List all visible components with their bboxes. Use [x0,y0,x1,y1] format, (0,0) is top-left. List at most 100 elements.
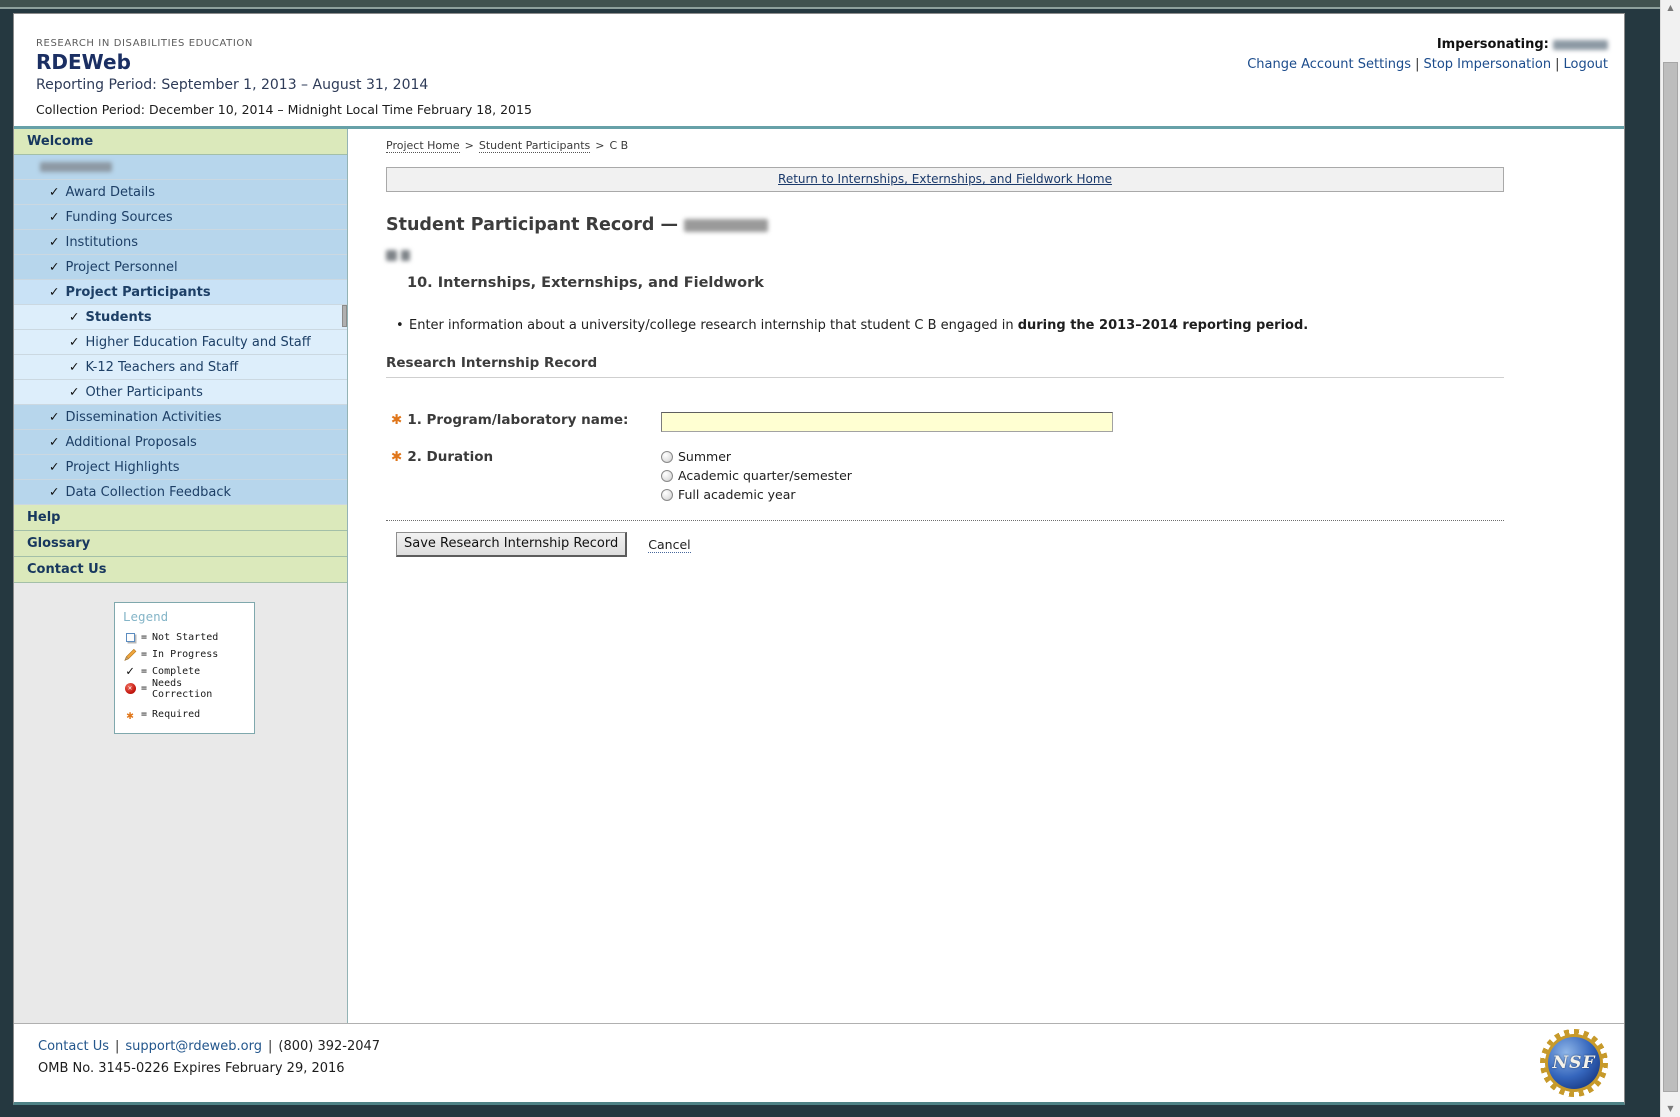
duration-label: 2. Duration [386,449,661,502]
program-name-label: 1. Program/laboratory name: [386,412,661,432]
check-icon [49,280,59,304]
sidebar-item-award-number-redacted[interactable] [14,155,347,180]
form-row-program-name: 1. Program/laboratory name: [386,412,1504,432]
sidebar-item-additional-proposals[interactable]: Additional Proposals [14,430,347,455]
breadcrumb-project-home[interactable]: Project Home [386,139,460,153]
sidebar-item-institutions[interactable]: Institutions [14,230,347,255]
return-to-internships-link[interactable]: Return to Internships, Externships, and … [778,172,1112,186]
logout-link[interactable]: Logout [1563,57,1608,72]
sidebar-item-funding-sources[interactable]: Funding Sources [14,205,347,230]
instruction-bullet: Enter information about a university/col… [396,318,1504,333]
browser-scrollbar[interactable]: ▲ ▼ [1660,0,1680,1117]
check-icon [69,330,79,354]
legend-box: Legend = Not Started = In Progress ✓ = C… [114,602,255,734]
radio-button-icon[interactable] [661,488,673,501]
account-area: Impersonating: Change Account Settings | S… [1247,35,1608,75]
sidebar-item-welcome[interactable]: Welcome [14,129,347,155]
program-eyebrow: RESEARCH IN DISABILITIES EDUCATION [36,38,253,49]
legend-title: Legend [123,609,169,624]
return-home-bar: Return to Internships, Externships, and … [386,167,1504,192]
scroll-up-arrow-icon[interactable]: ▲ [1661,0,1680,16]
redacted-student-initials [386,248,1504,263]
redacted-impersonated-user [1553,39,1608,50]
save-research-internship-button[interactable]: Save Research Internship Record [396,532,628,557]
check-icon [49,255,59,279]
sidebar-item-dissemination-activities[interactable]: Dissemination Activities [14,405,347,430]
sidebar-item-help[interactable]: Help [14,505,347,531]
check-icon [123,664,137,679]
check-icon [49,480,59,504]
link-separator: | [1555,57,1560,72]
sidebar-item-award-details[interactable]: Award Details [14,180,347,205]
redacted-award-number [40,161,112,172]
form-row-duration: 2. Duration Summer Academic quarter/seme… [386,449,1504,502]
page-title: Student Participant Record — [386,215,1504,235]
stop-impersonation-link[interactable]: Stop Impersonation [1423,57,1551,72]
legend-item-required: = Required [123,706,246,723]
breadcrumb-student-participants[interactable]: Student Participants [478,139,591,153]
footer-phone: (800) 392-2047 [278,1039,381,1054]
page-sheet: RESEARCH IN DISABILITIES EDUCATION RDEWe… [13,13,1625,1105]
nsf-logo: NSF [1540,1029,1608,1097]
legend-item-not-started: = Not Started [123,629,246,646]
asterisk-icon [123,708,137,722]
check-icon [69,380,79,404]
link-separator: | [1415,57,1420,72]
footer-contact-line: Contact Us | support@rdeweb.org | (800) 392-… [38,1039,381,1054]
sidebar-item-other-participants[interactable]: Other Participants [14,380,347,405]
cancel-link[interactable]: Cancel [648,537,691,553]
change-account-settings-link[interactable]: Change Account Settings [1247,57,1411,72]
sidebar-item-students[interactable]: Students [14,305,347,330]
required-asterisk-icon [391,449,402,465]
check-icon [49,230,59,254]
section-title: 10. Internships, Externships, and Fieldw… [407,275,764,291]
sidebar-item-project-highlights[interactable]: Project Highlights [14,455,347,480]
account-links: Change Account Settings | Stop Impersonati… [1247,55,1608,75]
sidebar-item-k12-teachers[interactable]: K-12 Teachers and Staff [14,355,347,380]
main-content: Project Home > Student Participants > C B Re… [348,129,1624,1023]
sidebar-item-project-participants[interactable]: Project Participants [14,280,347,305]
check-icon [49,180,59,204]
breadcrumb: Project Home > Student Participants > C B [386,139,629,153]
form-separator [386,520,1504,521]
reporting-period: Reporting Period: September 1, 2013 – Au… [36,77,429,93]
scroll-down-arrow-icon[interactable]: ▼ [1661,1101,1680,1117]
check-icon [69,305,79,329]
radio-option-academic-quarter[interactable]: Academic quarter/semester [661,468,852,483]
radio-option-full-academic-year[interactable]: Full academic year [661,487,852,502]
check-icon [49,405,59,429]
collection-period: Collection Period: December 10, 2014 – M… [36,102,532,117]
footer-email-link[interactable]: support@rdeweb.org [125,1039,262,1054]
sidebar-item-glossary[interactable]: Glossary [14,531,347,557]
impersonating-label: Impersonating: [1436,37,1549,52]
scrollbar-thumb[interactable] [1663,62,1678,1092]
check-icon [69,355,79,379]
sidebar-item-data-collection-feedback[interactable]: Data Collection Feedback [14,480,347,505]
nsf-logo-globe: NSF [1548,1037,1600,1089]
instruction-text: Enter information about a university/col… [409,318,1309,333]
radio-button-icon[interactable] [661,450,673,463]
nav-scrollbar-thumb[interactable] [342,305,347,327]
square-icon [123,633,137,642]
breadcrumb-current: C B [609,139,629,152]
redacted-student-name [684,218,769,232]
required-asterisk-icon [391,412,402,428]
record-heading: Research Internship Record [386,355,1504,378]
duration-radio-group: Summer Academic quarter/semester Full ac… [661,449,852,502]
check-icon [49,205,59,229]
radio-option-summer[interactable]: Summer [661,449,852,464]
footer-omb-line: OMB No. 3145-0226 Expires February 29, 2… [38,1061,345,1076]
bullet-icon [396,318,409,333]
impersonating-line: Impersonating: [1247,35,1608,55]
window-top-edge [0,0,1660,9]
program-name-input[interactable] [661,412,1113,432]
legend-item-needs-correction: = Needs Correction [123,678,246,700]
sidebar-item-project-personnel[interactable]: Project Personnel [14,255,347,280]
sidebar-item-higher-education-faculty[interactable]: Higher Education Faculty and Staff [14,330,347,355]
page-header: RESEARCH IN DISABILITIES EDUCATION RDEWe… [14,14,1624,126]
radio-button-icon[interactable] [661,469,673,482]
page-footer: Contact Us | support@rdeweb.org | (800) 392-… [14,1023,1624,1102]
footer-contact-us-link[interactable]: Contact Us [38,1039,109,1054]
sidebar-item-contact-us[interactable]: Contact Us [14,557,347,583]
app-title: RDEWeb [36,50,131,74]
